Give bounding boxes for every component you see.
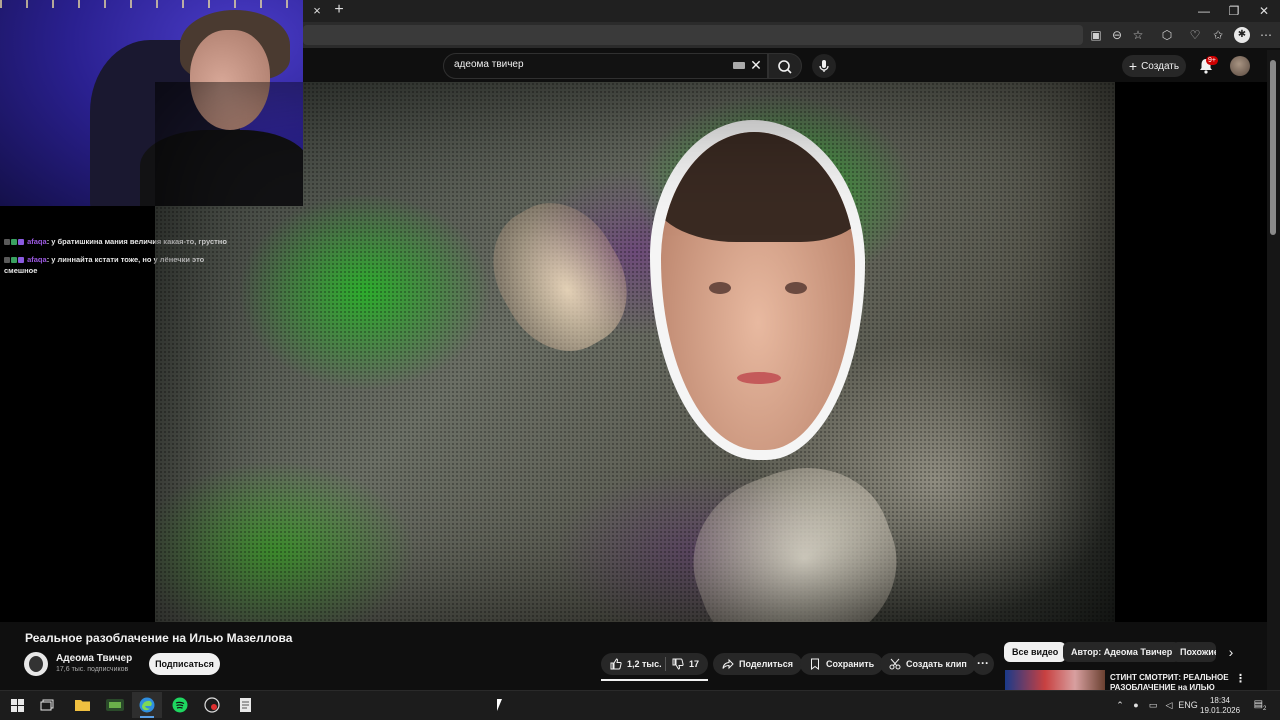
- address-bar[interactable]: [303, 25, 1083, 45]
- tray-language[interactable]: ENG: [1178, 698, 1198, 712]
- search-icon: [778, 60, 792, 74]
- tray-chevron-up-icon[interactable]: ⌃: [1114, 698, 1126, 712]
- tray-microphone-icon[interactable]: ●: [1130, 698, 1142, 712]
- chat-badge-icon: [18, 257, 24, 264]
- video-title: Реальное разоблачение на Илью Мазеллова: [25, 631, 293, 645]
- chat-badge-icon: [11, 239, 17, 246]
- clock-time: 18:34: [1209, 696, 1231, 705]
- share-label: Поделиться: [739, 659, 794, 669]
- restore-icon[interactable]: ❐: [1220, 2, 1248, 20]
- app-available-icon[interactable]: ▣: [1088, 27, 1104, 43]
- start-button[interactable]: [2, 692, 32, 718]
- chat-username: afaqa: [27, 237, 47, 246]
- chip-all-videos[interactable]: Все видео: [1004, 642, 1067, 662]
- file-explorer-button[interactable]: [67, 692, 97, 718]
- spotify-icon: [172, 697, 188, 713]
- new-tab-icon[interactable]: +: [331, 2, 347, 18]
- close-window-icon[interactable]: ✕: [1250, 2, 1278, 20]
- chevron-right-icon[interactable]: ›: [1222, 643, 1240, 661]
- bookmark-icon: [811, 658, 819, 670]
- keyboard-icon[interactable]: [733, 62, 745, 69]
- dislike-count: 17: [688, 659, 699, 669]
- plus-icon: +: [1128, 58, 1138, 74]
- taskbar-clock[interactable]: 18:34 19.01.2026: [1200, 696, 1240, 716]
- folder-icon: [74, 700, 90, 711]
- account-avatar[interactable]: [1230, 56, 1250, 76]
- subscribe-button[interactable]: Подписаться: [149, 653, 220, 675]
- save-label: Сохранить: [826, 659, 875, 669]
- mouse-cursor-icon: [497, 699, 502, 711]
- dislike-button[interactable]: 17: [672, 658, 699, 670]
- obs-button[interactable]: [100, 692, 130, 718]
- create-label: Создать: [1141, 60, 1180, 72]
- browser-profile-icon[interactable]: ✱: [1234, 27, 1250, 43]
- subscriber-count: 17,6 тыс. подписчиков: [56, 666, 129, 673]
- tray-volume-icon[interactable]: ◁: [1162, 698, 1176, 712]
- share-icon: [722, 658, 734, 670]
- notification-center-icon[interactable]: ▤2: [1250, 698, 1270, 712]
- recommendation-title[interactable]: СТИНТ СМОТРИТ: РЕАЛЬНОЕ РАЗОБЛАЧЕНИЕ на …: [1110, 673, 1236, 691]
- create-clip-button[interactable]: Создать клип: [880, 653, 976, 675]
- like-button[interactable]: 1,2 тыс.: [610, 658, 662, 670]
- channel-avatar-figure: [29, 656, 43, 672]
- chip-related[interactable]: Похожие: [1172, 642, 1216, 662]
- tray-network-icon[interactable]: ▭: [1146, 698, 1160, 712]
- notepad-button[interactable]: [230, 692, 260, 718]
- task-view-button[interactable]: [32, 692, 62, 718]
- recording-app-button[interactable]: [197, 692, 227, 718]
- scissors-icon: [889, 658, 901, 670]
- thumbs-down-icon: [672, 658, 684, 670]
- player-letterbox-right: [1115, 82, 1267, 622]
- recommendation-menu-icon[interactable]: ⋮: [1235, 673, 1246, 685]
- tab-close-icon[interactable]: ×: [309, 3, 325, 19]
- microphone-icon: [819, 60, 829, 72]
- search-query: адеома твичер: [454, 59, 524, 70]
- edge-browser-button[interactable]: [132, 692, 162, 718]
- chat-badge-icon: [11, 257, 17, 264]
- channel-name[interactable]: Адеома Твичер: [56, 653, 132, 664]
- voice-search-button[interactable]: [812, 54, 836, 78]
- browser-menu-icon[interactable]: ⋯: [1258, 27, 1274, 43]
- search-button[interactable]: [768, 53, 802, 79]
- notification-badge: 9+: [1206, 56, 1218, 65]
- chat-badge-icon: [18, 239, 24, 246]
- favorite-star-icon[interactable]: ☆: [1130, 27, 1146, 43]
- chat-badge-icon: [4, 239, 10, 246]
- clip-label: Создать клип: [906, 659, 967, 669]
- notification-center-count: 2: [1263, 706, 1267, 712]
- share-button[interactable]: Поделиться: [713, 653, 803, 675]
- obs-icon: [106, 699, 124, 711]
- document-icon: [239, 698, 251, 712]
- scrollbar-thumb[interactable]: [1270, 60, 1276, 235]
- like-bar-underline: [601, 679, 708, 681]
- recommendation-thumbnail[interactable]: [1005, 670, 1105, 690]
- more-actions-button[interactable]: ···: [972, 653, 994, 675]
- create-button[interactable]: + Создать: [1122, 55, 1186, 77]
- zoom-icon[interactable]: ⊖: [1109, 27, 1125, 43]
- task-view-icon: [40, 699, 54, 711]
- thumbs-up-icon: [610, 658, 622, 670]
- browser-essentials-icon[interactable]: ♡: [1187, 27, 1203, 43]
- chat-badge-icon: [4, 257, 10, 264]
- edge-icon: [139, 697, 155, 713]
- video-player[interactable]: [155, 82, 1115, 622]
- like-divider: [665, 657, 666, 671]
- clock-date: 19.01.2026: [1200, 706, 1241, 715]
- record-icon: [204, 697, 220, 713]
- spotify-button[interactable]: [165, 692, 195, 718]
- chip-from-author[interactable]: Автор: Адеома Твичер: [1063, 642, 1181, 662]
- windows-logo-icon: [10, 698, 24, 712]
- extensions-icon[interactable]: ⬡: [1159, 27, 1175, 43]
- chat-username: afaqa: [27, 255, 47, 264]
- clear-search-icon[interactable]: ✕: [749, 58, 763, 72]
- minimize-icon[interactable]: —: [1190, 2, 1218, 20]
- like-count: 1,2 тыс.: [627, 659, 662, 669]
- save-button[interactable]: Сохранить: [800, 653, 884, 675]
- favorites-icon[interactable]: ✩: [1210, 27, 1226, 43]
- like-dislike-group: 1,2 тыс. 17: [601, 653, 708, 675]
